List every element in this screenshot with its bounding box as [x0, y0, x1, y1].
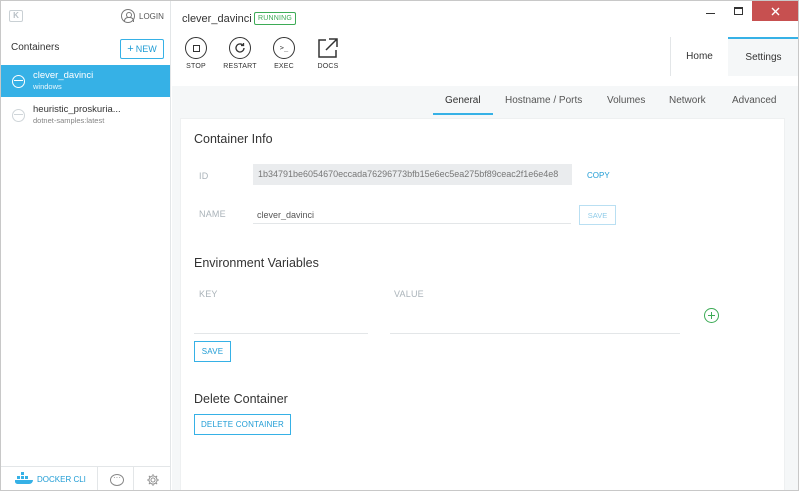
- stop-label: STOP: [186, 63, 206, 70]
- restart-label: RESTART: [223, 63, 257, 70]
- restart-icon: [229, 37, 251, 59]
- stop-button[interactable]: STOP: [179, 37, 213, 70]
- footer-divider: [133, 467, 134, 490]
- delete-container-button[interactable]: DELETE CONTAINER: [194, 414, 291, 435]
- save-env-button[interactable]: SAVE: [194, 341, 231, 362]
- copy-id-button[interactable]: COPY: [587, 171, 610, 180]
- restart-button[interactable]: RESTART: [223, 37, 257, 70]
- minimize-icon: [705, 12, 715, 14]
- external-link-icon: [317, 37, 339, 59]
- container-name: clever_davinci: [33, 70, 94, 81]
- container-image: windows: [33, 82, 62, 91]
- env-key-label: KEY: [199, 289, 218, 299]
- docs-button[interactable]: DOCS: [311, 37, 345, 70]
- container-id-field[interactable]: 1b34791be6054670eccada76296773bfb15e6ec5…: [253, 164, 572, 185]
- window-controls: [696, 1, 798, 23]
- close-button[interactable]: [752, 1, 798, 21]
- kitematic-logo: K: [9, 10, 23, 22]
- stop-icon: [185, 37, 207, 59]
- container-running-icon: [12, 74, 25, 88]
- new-button-label: NEW: [135, 44, 157, 54]
- delete-container-title: Delete Container: [194, 392, 288, 406]
- docs-label: DOCS: [317, 63, 339, 70]
- footer-divider: [97, 467, 98, 490]
- add-env-variable-icon[interactable]: [704, 308, 719, 323]
- active-tab-indicator: [433, 113, 493, 115]
- subtab-hostname-ports[interactable]: Hostname / Ports: [505, 95, 582, 106]
- user-icon: [121, 9, 135, 23]
- login-button[interactable]: LOGIN: [121, 9, 164, 23]
- plus-icon: +: [127, 42, 134, 55]
- sidebar-top-bar: K LOGIN: [1, 1, 171, 31]
- container-info-title: Container Info: [194, 132, 273, 146]
- close-icon: [771, 7, 779, 15]
- container-name-input[interactable]: [253, 206, 571, 224]
- container-name: heuristic_proskuria...: [33, 104, 121, 115]
- app-window: K LOGIN Containers + NEW clever_davinci …: [0, 0, 799, 491]
- subtab-general[interactable]: General: [445, 95, 481, 106]
- exec-label: EXEC: [274, 63, 294, 70]
- general-settings-panel: Container Info ID 1b34791be6054670eccada…: [180, 118, 785, 490]
- save-name-button[interactable]: SAVE: [579, 205, 616, 225]
- container-header: clever_davinci RUNNING STOP RESTART >_ E…: [172, 1, 798, 86]
- settings-subtabs: General Hostname / Ports Volumes Network…: [172, 86, 798, 116]
- container-actions: STOP RESTART >_ EXEC DOCS: [179, 37, 345, 70]
- name-label: NAME: [199, 209, 226, 219]
- sidebar: K LOGIN Containers + NEW clever_davinci …: [1, 1, 171, 490]
- subtab-advanced[interactable]: Advanced: [732, 95, 776, 106]
- sidebar-footer: DOCKER CLI: [1, 466, 171, 490]
- status-badge: RUNNING: [254, 12, 297, 25]
- minimize-button[interactable]: [696, 1, 724, 21]
- terminal-icon: >_: [273, 37, 295, 59]
- login-label: LOGIN: [139, 11, 164, 21]
- container-item-clever-davinci[interactable]: clever_davinci windows: [1, 65, 170, 97]
- subtab-volumes[interactable]: Volumes: [607, 95, 645, 106]
- subtab-network[interactable]: Network: [669, 95, 706, 106]
- docker-cli-button[interactable]: DOCKER CLI: [15, 472, 86, 484]
- exec-button[interactable]: >_ EXEC: [267, 37, 301, 70]
- docker-whale-icon: [15, 472, 33, 484]
- container-item-heuristic-proskuria[interactable]: heuristic_proskuria... dotnet-samples:la…: [1, 99, 170, 131]
- maximize-button[interactable]: [724, 1, 752, 21]
- feedback-chat-icon[interactable]: [110, 473, 124, 486]
- containers-heading: Containers: [11, 42, 60, 53]
- tab-home[interactable]: Home: [670, 37, 728, 76]
- maximize-icon: [733, 7, 743, 15]
- container-image: dotnet-samples:latest: [33, 116, 105, 125]
- tab-settings[interactable]: Settings: [728, 37, 798, 76]
- settings-content: General Hostname / Ports Volumes Network…: [172, 86, 798, 490]
- env-value-label: VALUE: [394, 289, 424, 299]
- env-variables-title: Environment Variables: [194, 256, 319, 270]
- container-stopped-icon: [12, 108, 25, 122]
- docker-cli-label: DOCKER CLI: [37, 474, 86, 484]
- container-title: clever_davinci: [182, 13, 252, 25]
- gear-icon[interactable]: [146, 473, 160, 487]
- id-label: ID: [199, 171, 209, 181]
- env-value-input[interactable]: [390, 316, 680, 334]
- new-container-button[interactable]: + NEW: [120, 39, 164, 59]
- env-key-input[interactable]: [194, 316, 368, 334]
